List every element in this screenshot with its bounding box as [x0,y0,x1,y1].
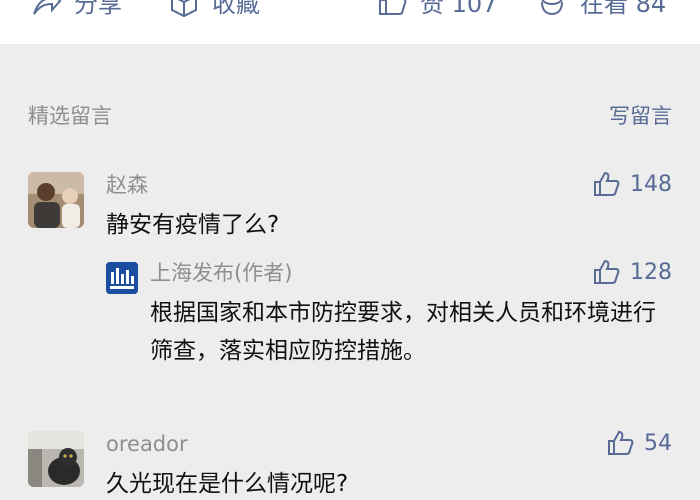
write-comment-link[interactable]: 写留言 [609,100,672,130]
comment-like-button[interactable]: 148 [592,170,672,198]
section-title: 精选留言 [28,104,112,128]
thumb-up-icon [594,171,620,196]
avatar-cat-icon [28,431,84,487]
like-count: 128 [630,259,672,285]
share-label: 分享 [74,0,122,18]
author-avatar[interactable] [106,262,138,294]
share-icon [33,0,62,15]
thumb-up-icon [379,0,407,15]
favorite-label: 收藏 [212,0,260,18]
wow-count: 在看 84 [580,0,667,18]
avatar-photo-icon [28,172,84,228]
reply-text: 根据国家和本市防控要求，对相关人员和环境进行筛查，落实相应防控措施。 [150,300,656,364]
comment-body: 赵森 静安有疫情了么? 148 [106,172,672,244]
avatar[interactable] [28,172,84,228]
avatar[interactable] [28,431,84,487]
comment-like-button[interactable]: 54 [606,429,672,457]
thumb-up-icon [608,430,634,455]
wow-button[interactable]: 在看 84 [536,0,666,19]
flower-icon [541,0,563,15]
commenter-name[interactable]: 赵森 [106,172,672,198]
comment-item: 赵森 静安有疫情了么? 148 上海发布(作者) 根据国家和本市防控要求，对相关… [28,172,672,412]
comments-section-header: 精选留言 写留言 [28,100,672,130]
thumb-up-icon [594,259,620,284]
comment-item: oreador 久光现在是什么情况呢? 54 [28,431,672,500]
reply-body: 上海发布(作者) 根据国家和本市防控要求，对相关人员和环境进行筛查，落实相应防控… [150,260,672,370]
shanghai-logo-icon [106,262,138,294]
like-count: 54 [644,430,672,456]
comment-text: 静安有疫情了么? [106,212,280,238]
author-reply: 上海发布(作者) 根据国家和本市防控要求，对相关人员和环境进行筛查，落实相应防控… [106,260,672,380]
like-button[interactable]: 赞 107 [376,0,497,19]
commenter-name[interactable]: oreador [106,431,672,457]
favorite-box-icon [171,0,197,17]
comment-body: oreador 久光现在是什么情况呢? 54 [106,431,672,500]
article-action-bar: 分享 收藏 赞 107 在看 84 [0,0,700,44]
share-button[interactable]: 分享 [30,0,122,19]
like-count: 赞 107 [420,0,498,18]
like-count: 148 [630,171,672,197]
comment-text: 久光现在是什么情况呢? [106,471,349,497]
reply-like-button[interactable]: 128 [592,258,672,286]
favorite-button[interactable]: 收藏 [168,0,260,19]
